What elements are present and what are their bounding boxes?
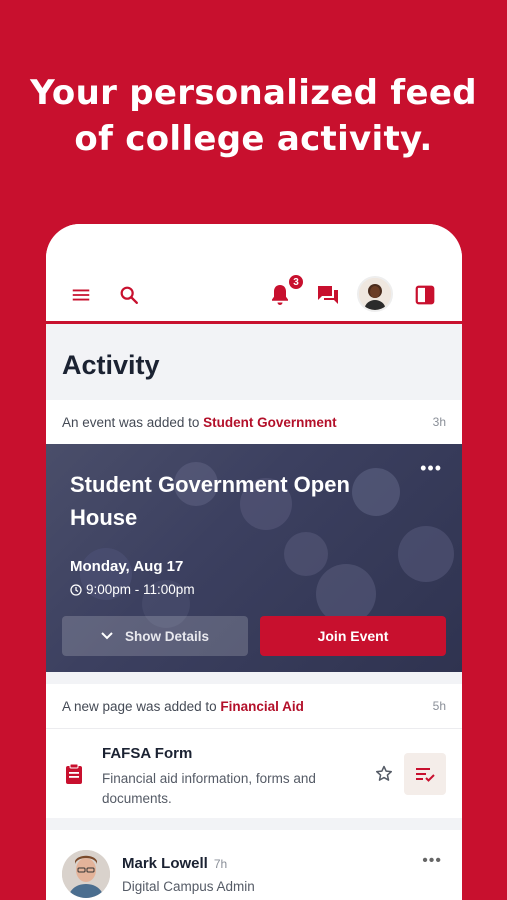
phone-frame: 3 Activity An event was added to Student… — [46, 224, 462, 900]
headline-line-2: of college activity. — [74, 119, 433, 159]
post-card: Mark Lowell 7h Digital Campus Admin ••• — [46, 830, 462, 900]
search-icon[interactable] — [118, 284, 140, 306]
show-details-label: Show Details — [124, 628, 210, 644]
clock-icon — [70, 583, 82, 596]
add-to-list-button[interactable] — [404, 753, 446, 795]
menu-icon[interactable] — [70, 284, 92, 306]
chevron-down-icon — [101, 632, 113, 640]
panel-icon[interactable] — [414, 284, 436, 306]
event-card-caption: An event was added to Student Government — [62, 414, 337, 430]
event-hero: ••• Student Government Open House Monday… — [46, 444, 462, 672]
event-date: Monday, Aug 17 — [70, 558, 184, 575]
author-name[interactable]: Mark Lowell — [122, 855, 208, 872]
post-more-button[interactable]: ••• — [422, 852, 442, 870]
activity-feed: Activity An event was added to Student G… — [46, 324, 462, 900]
page-title: Activity — [62, 350, 160, 380]
clipboard-icon — [66, 763, 82, 784]
show-details-button[interactable]: Show Details — [62, 616, 248, 656]
event-card: An event was added to Student Government… — [46, 400, 462, 672]
page-item-description: Financial aid information, forms and doc… — [102, 771, 316, 806]
group-link-financial-aid[interactable]: Financial Aid — [220, 699, 304, 714]
author-info: Mark Lowell 7h — [122, 855, 227, 872]
app-bar: 3 — [46, 224, 462, 324]
event-more-button[interactable]: ••• — [420, 458, 442, 479]
page-card-time: 5h — [432, 699, 446, 713]
event-title: Student Government Open House — [70, 472, 350, 530]
page-card-header: A new page was added to Financial Aid 5h — [46, 684, 462, 728]
promo-headline: Your personalized feed of college activi… — [0, 70, 507, 162]
author-avatar[interactable] — [62, 850, 110, 898]
page-card: A new page was added to Financial Aid 5h… — [46, 684, 462, 818]
event-time-range: 9:00pm - 11:00pm — [86, 582, 195, 597]
join-event-button[interactable]: Join Event — [260, 616, 446, 656]
page-item-title: FAFSA Form — [102, 745, 193, 762]
chat-icon[interactable] — [316, 284, 340, 306]
page-card-caption: A new page was added to Financial Aid — [62, 698, 304, 714]
post-time: 7h — [213, 857, 228, 871]
user-avatar[interactable] — [357, 276, 393, 312]
author-role: Digital Campus Admin — [122, 879, 255, 894]
headline-line-1: Your personalized feed — [30, 73, 477, 113]
notification-badge: 3 — [288, 274, 304, 290]
event-card-time: 3h — [432, 415, 446, 429]
event-card-header: An event was added to Student Government… — [46, 400, 462, 444]
page-item[interactable]: FAFSA Form Financial aid information, fo… — [46, 728, 462, 818]
group-link-student-government[interactable]: Student Government — [203, 415, 337, 430]
list-check-icon — [416, 768, 435, 782]
event-time: 9:00pm - 11:00pm — [70, 582, 195, 597]
star-icon[interactable] — [374, 764, 394, 784]
